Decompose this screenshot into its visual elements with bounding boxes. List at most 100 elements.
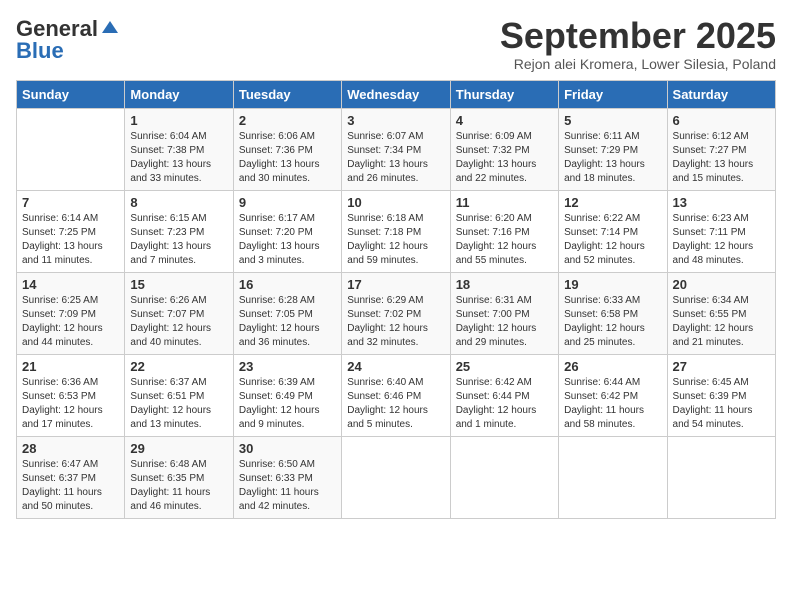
day-cell: 14Sunrise: 6:25 AMSunset: 7:09 PMDayligh… <box>17 272 125 354</box>
day-cell: 27 Sunrise: 6:45 AMSunset: 6:39 PMDayligh… <box>667 354 775 436</box>
day-info: Sunrise: 6:22 AMSunset: 7:14 PMDaylight:… <box>564 212 661 268</box>
day-cell: 5 Sunrise: 6:11 AMSunset: 7:29 PMDaylight… <box>559 108 667 190</box>
day-cell: 29 Sunrise: 6:48 AMSunset: 6:35 PMDayligh… <box>125 436 233 518</box>
day-cell: 10 Sunrise: 6:18 AMSunset: 7:18 PMDayligh… <box>342 190 450 272</box>
day-cell: 23 Sunrise: 6:39 AMSunset: 6:49 PMDayligh… <box>233 354 341 436</box>
day-info: Sunrise: 6:42 AMSunset: 6:44 PMDaylight:… <box>456 376 553 432</box>
day-info: Sunrise: 6:29 AMSunset: 7:02 PMDaylight:… <box>347 294 444 350</box>
day-cell: 8 Sunrise: 6:15 AMSunset: 7:23 PMDaylight… <box>125 190 233 272</box>
day-number: 15 <box>130 277 227 292</box>
day-cell: 21Sunrise: 6:36 AMSunset: 6:53 PMDayligh… <box>17 354 125 436</box>
day-cell: 7Sunrise: 6:14 AMSunset: 7:25 PMDaylight… <box>17 190 125 272</box>
day-cell: 9 Sunrise: 6:17 AMSunset: 7:20 PMDaylight… <box>233 190 341 272</box>
day-info: Sunrise: 6:12 AMSunset: 7:27 PMDaylight:… <box>673 130 770 186</box>
header-wednesday: Wednesday <box>342 80 450 108</box>
day-number: 19 <box>564 277 661 292</box>
header-friday: Friday <box>559 80 667 108</box>
header-monday: Monday <box>125 80 233 108</box>
day-number: 28 <box>22 441 119 456</box>
day-cell <box>559 436 667 518</box>
day-number: 26 <box>564 359 661 374</box>
day-number: 25 <box>456 359 553 374</box>
day-cell: 6 Sunrise: 6:12 AMSunset: 7:27 PMDaylight… <box>667 108 775 190</box>
day-cell: 15 Sunrise: 6:26 AMSunset: 7:07 PMDayligh… <box>125 272 233 354</box>
day-number: 29 <box>130 441 227 456</box>
day-info: Sunrise: 6:39 AMSunset: 6:49 PMDaylight:… <box>239 376 336 432</box>
header-saturday: Saturday <box>667 80 775 108</box>
logo-blue: Blue <box>16 38 64 64</box>
day-info: Sunrise: 6:47 AMSunset: 6:37 PMDaylight:… <box>22 458 119 514</box>
day-info: Sunrise: 6:48 AMSunset: 6:35 PMDaylight:… <box>130 458 227 514</box>
day-info: Sunrise: 6:31 AMSunset: 7:00 PMDaylight:… <box>456 294 553 350</box>
day-cell: 4 Sunrise: 6:09 AMSunset: 7:32 PMDaylight… <box>450 108 558 190</box>
day-info: Sunrise: 6:36 AMSunset: 6:53 PMDaylight:… <box>22 376 119 432</box>
day-info: Sunrise: 6:07 AMSunset: 7:34 PMDaylight:… <box>347 130 444 186</box>
day-info: Sunrise: 6:44 AMSunset: 6:42 PMDaylight:… <box>564 376 661 432</box>
day-cell <box>450 436 558 518</box>
day-info: Sunrise: 6:23 AMSunset: 7:11 PMDaylight:… <box>673 212 770 268</box>
day-info: Sunrise: 6:33 AMSunset: 6:58 PMDaylight:… <box>564 294 661 350</box>
day-number: 13 <box>673 195 770 210</box>
day-cell: 25 Sunrise: 6:42 AMSunset: 6:44 PMDayligh… <box>450 354 558 436</box>
day-cell: 12 Sunrise: 6:22 AMSunset: 7:14 PMDayligh… <box>559 190 667 272</box>
day-info: Sunrise: 6:09 AMSunset: 7:32 PMDaylight:… <box>456 130 553 186</box>
day-cell: 17 Sunrise: 6:29 AMSunset: 7:02 PMDayligh… <box>342 272 450 354</box>
day-number: 7 <box>22 195 119 210</box>
day-number: 4 <box>456 113 553 128</box>
day-number: 30 <box>239 441 336 456</box>
day-number: 27 <box>673 359 770 374</box>
header-row: SundayMondayTuesdayWednesdayThursdayFrid… <box>17 80 776 108</box>
day-cell: 18 Sunrise: 6:31 AMSunset: 7:00 PMDayligh… <box>450 272 558 354</box>
header-sunday: Sunday <box>17 80 125 108</box>
day-number: 9 <box>239 195 336 210</box>
logo: General Blue <box>16 16 120 64</box>
week-row-3: 14Sunrise: 6:25 AMSunset: 7:09 PMDayligh… <box>17 272 776 354</box>
day-info: Sunrise: 6:50 AMSunset: 6:33 PMDaylight:… <box>239 458 336 514</box>
day-number: 16 <box>239 277 336 292</box>
day-cell: 1 Sunrise: 6:04 AMSunset: 7:38 PMDaylight… <box>125 108 233 190</box>
day-number: 10 <box>347 195 444 210</box>
day-number: 18 <box>456 277 553 292</box>
day-number: 12 <box>564 195 661 210</box>
day-info: Sunrise: 6:11 AMSunset: 7:29 PMDaylight:… <box>564 130 661 186</box>
day-number: 8 <box>130 195 227 210</box>
day-info: Sunrise: 6:45 AMSunset: 6:39 PMDaylight:… <box>673 376 770 432</box>
week-row-2: 7Sunrise: 6:14 AMSunset: 7:25 PMDaylight… <box>17 190 776 272</box>
day-number: 17 <box>347 277 444 292</box>
day-info: Sunrise: 6:15 AMSunset: 7:23 PMDaylight:… <box>130 212 227 268</box>
day-info: Sunrise: 6:37 AMSunset: 6:51 PMDaylight:… <box>130 376 227 432</box>
day-cell: 26 Sunrise: 6:44 AMSunset: 6:42 PMDayligh… <box>559 354 667 436</box>
day-cell: 19 Sunrise: 6:33 AMSunset: 6:58 PMDayligh… <box>559 272 667 354</box>
header-tuesday: Tuesday <box>233 80 341 108</box>
day-cell: 2Sunrise: 6:06 AMSunset: 7:36 PMDaylight… <box>233 108 341 190</box>
day-number: 11 <box>456 195 553 210</box>
day-info: Sunrise: 6:26 AMSunset: 7:07 PMDaylight:… <box>130 294 227 350</box>
day-cell: 16Sunrise: 6:28 AMSunset: 7:05 PMDayligh… <box>233 272 341 354</box>
week-row-5: 28 Sunrise: 6:47 AMSunset: 6:37 PMDayligh… <box>17 436 776 518</box>
day-cell <box>342 436 450 518</box>
day-number: 1 <box>130 113 227 128</box>
day-number: 20 <box>673 277 770 292</box>
day-number: 24 <box>347 359 444 374</box>
day-info: Sunrise: 6:18 AMSunset: 7:18 PMDaylight:… <box>347 212 444 268</box>
day-number: 5 <box>564 113 661 128</box>
day-info: Sunrise: 6:04 AMSunset: 7:38 PMDaylight:… <box>130 130 227 186</box>
subtitle: Rejon alei Kromera, Lower Silesia, Polan… <box>500 56 776 72</box>
calendar-table: SundayMondayTuesdayWednesdayThursdayFrid… <box>16 80 776 519</box>
day-info: Sunrise: 6:06 AMSunset: 7:36 PMDaylight:… <box>239 130 336 186</box>
month-title: September 2025 <box>500 16 776 56</box>
day-cell <box>17 108 125 190</box>
header-thursday: Thursday <box>450 80 558 108</box>
week-row-4: 21Sunrise: 6:36 AMSunset: 6:53 PMDayligh… <box>17 354 776 436</box>
day-info: Sunrise: 6:34 AMSunset: 6:55 PMDaylight:… <box>673 294 770 350</box>
day-number: 3 <box>347 113 444 128</box>
week-row-1: 1 Sunrise: 6:04 AMSunset: 7:38 PMDaylight… <box>17 108 776 190</box>
day-cell: 30 Sunrise: 6:50 AMSunset: 6:33 PMDayligh… <box>233 436 341 518</box>
day-number: 6 <box>673 113 770 128</box>
day-info: Sunrise: 6:17 AMSunset: 7:20 PMDaylight:… <box>239 212 336 268</box>
day-number: 23 <box>239 359 336 374</box>
logo-icon <box>100 17 120 37</box>
day-info: Sunrise: 6:40 AMSunset: 6:46 PMDaylight:… <box>347 376 444 432</box>
day-cell: 11Sunrise: 6:20 AMSunset: 7:16 PMDayligh… <box>450 190 558 272</box>
title-block: September 2025 Rejon alei Kromera, Lower… <box>500 16 776 72</box>
